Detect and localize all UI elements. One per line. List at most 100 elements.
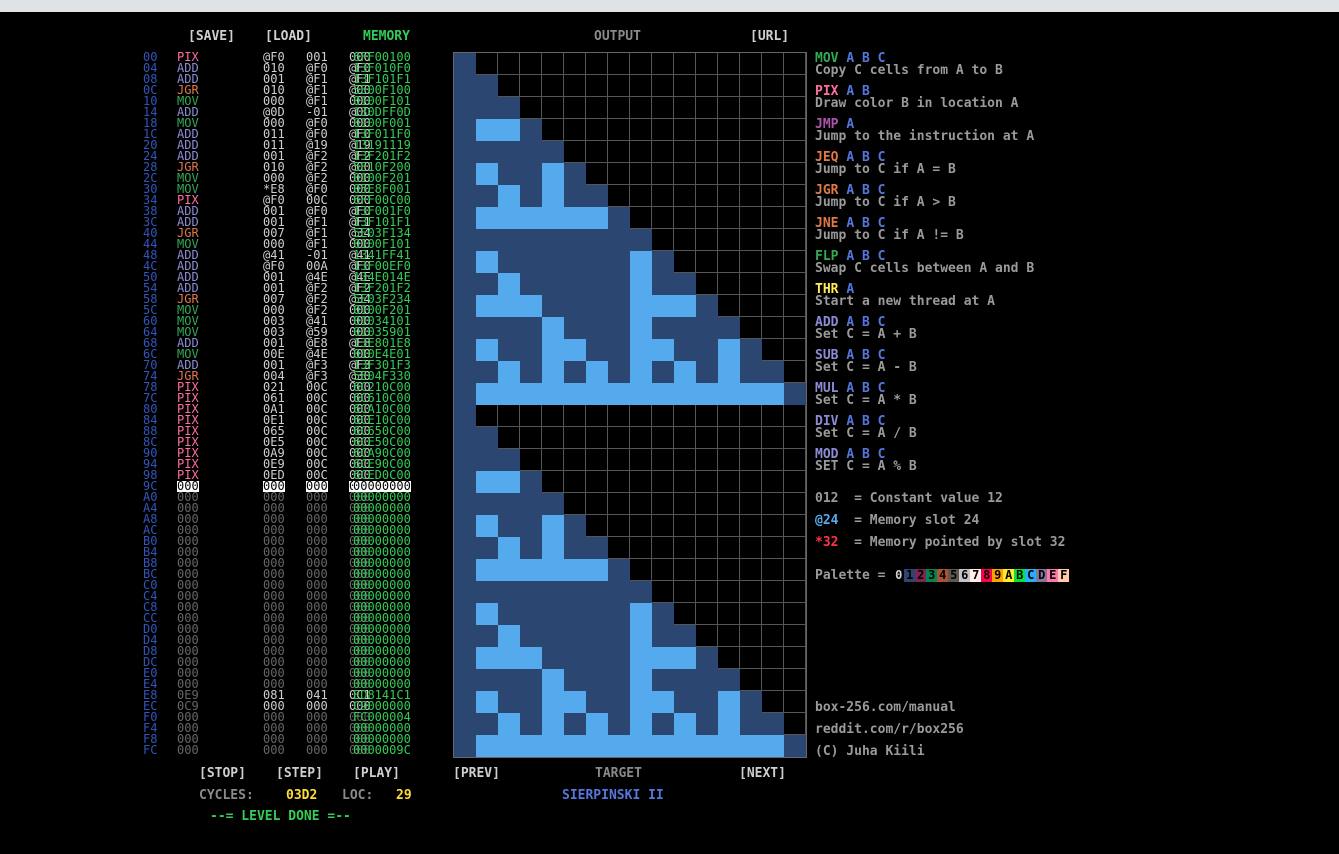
output-pixel	[718, 647, 740, 669]
output-pixel	[652, 317, 674, 339]
manual-link[interactable]: box-256.com/manual	[815, 701, 956, 715]
memory-heading: MEMORY	[363, 29, 410, 44]
output-heading: OUTPUT	[594, 29, 641, 44]
output-pixel	[608, 53, 630, 75]
memory-hex[interactable]: 0000009C	[353, 744, 411, 756]
output-grid	[453, 52, 807, 758]
output-pixel	[784, 405, 806, 427]
output-pixel	[718, 383, 740, 405]
output-pixel	[608, 251, 630, 273]
output-pixel	[454, 625, 476, 647]
output-pixel	[652, 361, 674, 383]
output-pixel	[542, 603, 564, 625]
output-pixel	[454, 515, 476, 537]
legend-memory-text: = Memory slot 24	[838, 513, 980, 528]
output-pixel	[696, 53, 718, 75]
output-pixel	[454, 185, 476, 207]
save-button[interactable]: [SAVE]	[188, 30, 235, 43]
output-pixel	[652, 405, 674, 427]
output-pixel	[498, 449, 520, 471]
output-pixel	[696, 735, 718, 757]
output-pixel	[696, 119, 718, 141]
output-pixel	[476, 405, 498, 427]
output-pixel	[586, 559, 608, 581]
help-description: Jump to the instruction at A	[815, 129, 1035, 144]
url-button[interactable]: [URL]	[750, 30, 789, 43]
output-pixel	[498, 625, 520, 647]
output-pixel	[740, 97, 762, 119]
output-pixel	[586, 141, 608, 163]
output-pixel	[608, 185, 630, 207]
output-pixel	[630, 75, 652, 97]
output-pixel	[674, 295, 696, 317]
help-pix: PIX A B Draw color B in location A	[815, 85, 1019, 110]
reddit-link[interactable]: reddit.com/r/box256	[815, 723, 964, 737]
output-pixel	[542, 317, 564, 339]
output-pixel	[740, 713, 762, 735]
help-add: ADD A B C Set C = A + B	[815, 316, 917, 341]
output-pixel	[718, 559, 740, 581]
output-pixel	[498, 405, 520, 427]
output-pixel	[740, 603, 762, 625]
output-pixel	[454, 207, 476, 229]
output-pixel	[564, 427, 586, 449]
output-pixel	[652, 515, 674, 537]
output-pixel	[740, 647, 762, 669]
output-pixel	[652, 625, 674, 647]
output-pixel	[454, 405, 476, 427]
output-pixel	[652, 647, 674, 669]
output-pixel	[674, 647, 696, 669]
output-pixel	[608, 581, 630, 603]
output-pixel	[784, 537, 806, 559]
prev-button[interactable]: [PREV]	[453, 767, 500, 780]
play-button[interactable]: [PLAY]	[353, 767, 400, 780]
stop-button[interactable]: [STOP]	[199, 767, 246, 780]
output-pixel	[476, 427, 498, 449]
output-pixel	[586, 75, 608, 97]
output-pixel	[652, 427, 674, 449]
output-pixel	[520, 647, 542, 669]
load-button[interactable]: [LOAD]	[265, 30, 312, 43]
output-pixel	[652, 603, 674, 625]
output-pixel	[564, 603, 586, 625]
help-description: Swap C cells between A and B	[815, 261, 1035, 276]
output-pixel	[498, 471, 520, 493]
code-arg-b[interactable]: 000	[306, 744, 328, 756]
output-pixel	[630, 449, 652, 471]
output-pixel	[630, 669, 652, 691]
output-pixel	[784, 141, 806, 163]
output-pixel	[652, 185, 674, 207]
code-arg-a[interactable]: 000	[263, 744, 285, 756]
output-pixel	[718, 207, 740, 229]
output-pixel	[520, 185, 542, 207]
output-pixel	[696, 295, 718, 317]
output-pixel	[608, 647, 630, 669]
output-pixel	[564, 207, 586, 229]
output-pixel	[542, 185, 564, 207]
output-pixel	[784, 449, 806, 471]
output-pixel	[696, 339, 718, 361]
output-pixel	[608, 339, 630, 361]
output-pixel	[674, 339, 696, 361]
step-button[interactable]: [STEP]	[276, 767, 323, 780]
output-pixel	[586, 383, 608, 405]
output-pixel	[674, 207, 696, 229]
output-pixel	[564, 669, 586, 691]
help-description: Set C = A / B	[815, 426, 917, 441]
palette-swatch: 2	[915, 568, 927, 582]
code-opcode[interactable]: 000	[177, 744, 199, 756]
output-pixel	[718, 295, 740, 317]
output-pixel	[476, 53, 498, 75]
output-pixel	[608, 405, 630, 427]
output-pixel	[608, 625, 630, 647]
output-pixel	[784, 581, 806, 603]
output-pixel	[652, 75, 674, 97]
output-pixel	[696, 163, 718, 185]
output-pixel	[740, 493, 762, 515]
output-pixel	[674, 537, 696, 559]
output-pixel	[476, 735, 498, 757]
output-pixel	[652, 691, 674, 713]
output-pixel	[520, 735, 542, 757]
next-button[interactable]: [NEXT]	[739, 767, 786, 780]
output-pixel	[542, 669, 564, 691]
